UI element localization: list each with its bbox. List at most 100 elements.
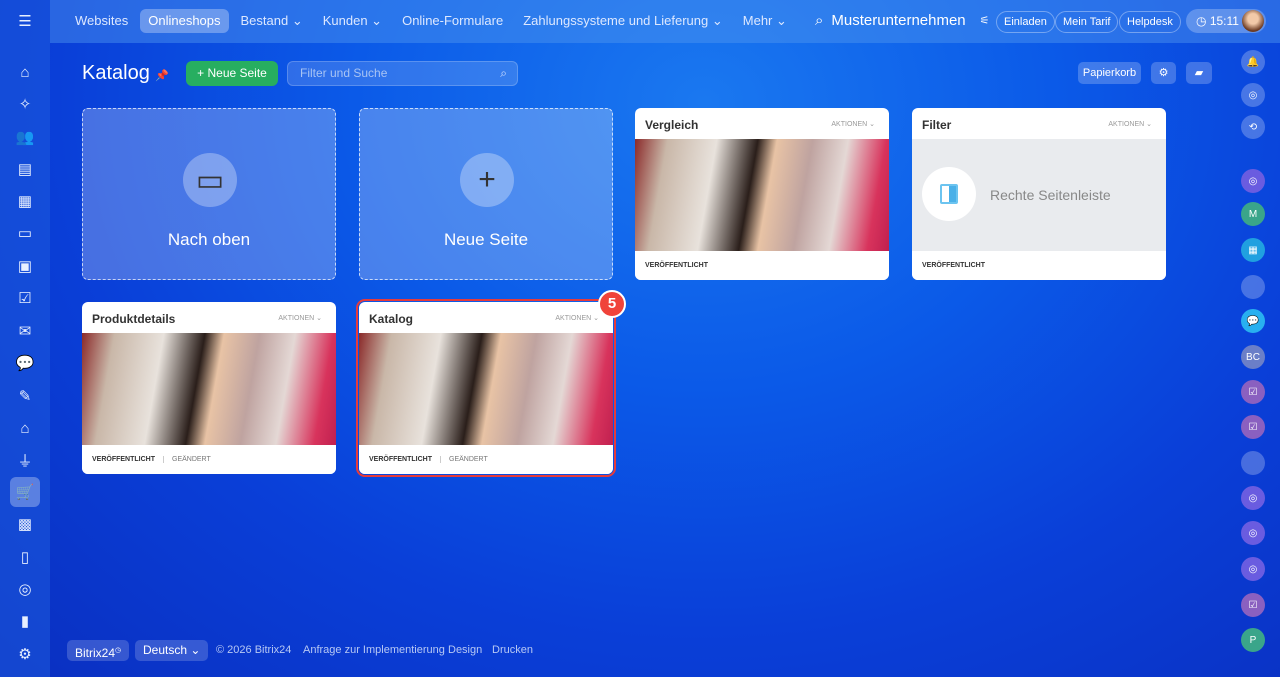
actions-dropdown[interactable]: AKTIONEN ⌄ (555, 314, 599, 322)
document-icon[interactable]: ▤ (13, 157, 37, 181)
support-icon[interactable]: ◎ (13, 577, 37, 601)
left-sidebar: ☰ ⌂ ✧ 👥 ▤ ▦ ▭ ▣ ☑ ✉ 💬 ✎ ⌂ ⏚ 🛒 ▩ ▯ ◎ ▮ ⚙ (0, 0, 50, 677)
chat-avatar-m[interactable]: M (1241, 202, 1265, 226)
page-preview-image (359, 333, 613, 445)
nav-mehr[interactable]: Mehr ⌄ (735, 9, 795, 33)
copilot-chat-icon[interactable]: ◎ (1241, 557, 1265, 581)
chat-avatar-bc[interactable]: BC (1241, 345, 1265, 369)
cart-icon[interactable]: 🛒 (10, 477, 40, 507)
step-badge: 5 (598, 290, 626, 318)
calendar-chat-icon[interactable]: ▦ (1241, 238, 1265, 262)
status-label: VERÖFFENTLICHT (92, 456, 155, 463)
warehouse-icon[interactable]: ⌂ (13, 416, 37, 440)
page-preview-placeholder: Rechte Seitenleiste (912, 139, 1166, 251)
nav-label: Bestand (240, 13, 289, 28)
invite-button[interactable]: Einladen (996, 11, 1055, 33)
design-link[interactable]: Design (448, 644, 482, 656)
new-page-button[interactable]: + Neue Seite (186, 61, 278, 86)
calendar-icon[interactable]: ▦ (13, 189, 37, 213)
analytics-icon[interactable]: ▮ (13, 609, 37, 633)
actions-label: AKTIONEN (1108, 121, 1145, 128)
user-avatar[interactable] (1242, 10, 1264, 32)
nav-onlineshops[interactable]: Onlineshops (140, 9, 229, 33)
copilot-icon[interactable]: ◎ (1241, 83, 1265, 107)
nav-online-formulare[interactable]: Online-Formulare (394, 9, 511, 33)
sliders-icon[interactable]: ⚟ (980, 14, 990, 27)
placeholder-text: Rechte Seitenleiste (990, 187, 1111, 203)
sign-icon[interactable]: ✎ (13, 384, 37, 408)
actions-label: AKTIONEN (278, 315, 315, 322)
settings-gear-icon[interactable]: ⚙ (1151, 62, 1176, 84)
implementation-link[interactable]: Anfrage zur Implementierung (303, 644, 445, 656)
copilot-chat-icon[interactable]: ◎ (1241, 521, 1265, 545)
actions-dropdown[interactable]: AKTIONEN ⌄ (278, 314, 322, 322)
copilot-chat-icon[interactable]: ◎ (1241, 486, 1265, 510)
home-icon[interactable]: ⌂ (13, 60, 37, 84)
helpdesk-button[interactable]: Helpdesk (1119, 11, 1181, 33)
print-link[interactable]: Drucken (492, 644, 533, 656)
puzzle-icon[interactable]: ✧ (13, 92, 37, 116)
add-folder-icon[interactable]: ▰ (1186, 62, 1212, 84)
nav-bestand[interactable]: Bestand ⌄ (233, 9, 311, 33)
nav-zahlungssysteme[interactable]: Zahlungssysteme und Lieferung ⌄ (515, 9, 731, 33)
plus-icon: + (460, 153, 514, 207)
card-title: Katalog (369, 312, 414, 326)
trash-button[interactable]: Papierkorb (1078, 62, 1141, 84)
contact-avatar[interactable] (1241, 451, 1265, 475)
settings-icon[interactable]: ⚙ (13, 642, 37, 666)
tariff-button[interactable]: Mein Tarif (1055, 11, 1119, 33)
presentation-icon[interactable]: ▣ (13, 254, 37, 278)
search-icon: ⌕ (815, 12, 824, 29)
language-select[interactable]: Deutsch ⌄ (135, 640, 209, 661)
funnel-icon[interactable]: ⏚ (13, 448, 37, 472)
mail-icon[interactable]: ✉ (13, 319, 37, 343)
copilot-chat-icon[interactable]: ◎ (1241, 169, 1265, 193)
page-card-katalog[interactable]: Katalog AKTIONEN ⌄ VERÖFFENTLICHT GEÄNDERT (356, 299, 616, 477)
page-card-produktdetails[interactable]: Produktdetails AKTIONEN ⌄ VERÖFFENTLICHT G… (82, 302, 336, 474)
bell-icon[interactable]: 🔔 (1241, 50, 1265, 74)
card-label: Nach oben (167, 230, 251, 249)
modified-label: GEÄNDERT (163, 456, 211, 463)
sites-icon[interactable]: ▩ (13, 512, 37, 536)
users-icon[interactable]: 👥 (13, 125, 37, 149)
menu-icon[interactable]: ☰ (13, 9, 37, 33)
right-sidebar: 🔔 ◎ ⟲ ◎ M ▦ 💬 BC ☑ ☑ ◎ ◎ ◎ ☑ P (1228, 43, 1280, 677)
actions-dropdown[interactable]: AKTIONEN ⌄ (1108, 120, 1152, 128)
company-search[interactable]: ⌕ Musterunternehmen ⚟ (815, 12, 990, 29)
page-card-vergleich[interactable]: Vergleich AKTIONEN ⌄ VERÖFFENTLICHT (635, 108, 889, 280)
filter-search-input[interactable]: Filter und Suche ⌕ (287, 61, 518, 86)
actions-dropdown[interactable]: AKTIONEN ⌄ (831, 120, 875, 128)
card-new-page[interactable]: + Neue Seite (359, 108, 613, 280)
contact-avatar[interactable] (1241, 275, 1265, 299)
task-chat-icon[interactable]: ☑ (1241, 380, 1265, 404)
initials: P (1249, 634, 1257, 646)
modified-label: GEÄNDERT (440, 456, 488, 463)
nav-label: Zahlungssysteme und Lieferung (523, 13, 709, 28)
initials: M (1248, 208, 1258, 220)
status-label: VERÖFFENTLICHT (645, 262, 708, 269)
card-title: Produktdetails (92, 312, 176, 326)
task-chat-icon[interactable]: ☑ (1241, 593, 1265, 617)
brand: Bitrix24 (75, 646, 116, 660)
nav-kunden[interactable]: Kunden ⌄ (315, 9, 390, 33)
bitrix24-button[interactable]: Bitrix24◷ (67, 640, 130, 661)
drive-icon[interactable]: ▭ (13, 221, 37, 245)
pin-icon[interactable]: 📌 (155, 70, 169, 82)
file-icon[interactable]: ▯ (13, 545, 37, 569)
page-card-filter[interactable]: Filter AKTIONEN ⌄ Rechte Seitenleiste VER… (912, 108, 1166, 280)
time: 15:11 (1209, 14, 1239, 28)
card-title: Filter (922, 118, 952, 132)
task-chat-icon[interactable]: ☑ (1241, 415, 1265, 439)
chat-avatar-p[interactable]: P (1241, 628, 1265, 652)
title-text: Katalog (82, 62, 150, 84)
page-title: Katalog 📌 (82, 62, 169, 85)
nav-websites[interactable]: Websites (67, 9, 136, 33)
tasks-icon[interactable]: ☑ (13, 286, 37, 310)
sidebar-layout-icon (922, 167, 976, 221)
page-preview-image (82, 333, 336, 445)
card-up[interactable]: ▭ Nach oben (82, 108, 336, 280)
message-icon[interactable]: 💬 (1241, 309, 1265, 333)
chat-search-icon[interactable]: ⟲ (1241, 115, 1265, 139)
initials: BC (1246, 351, 1260, 363)
chat-icon[interactable]: 💬 (13, 351, 37, 375)
